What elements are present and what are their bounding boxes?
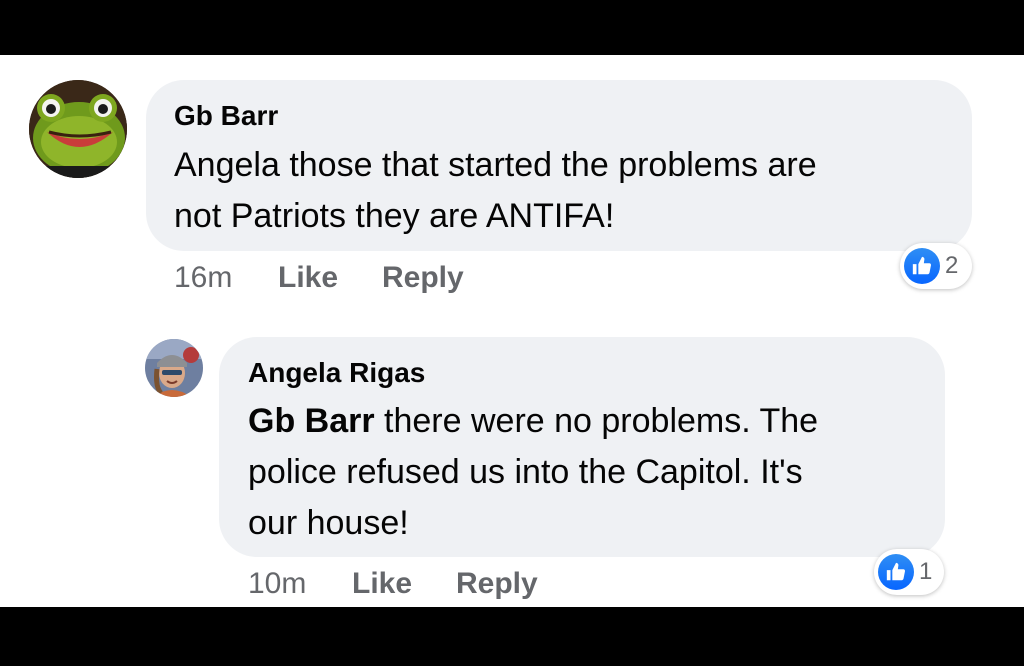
like-button[interactable]: Like: [278, 261, 338, 295]
frog-avatar[interactable]: [29, 80, 127, 178]
mention-link[interactable]: Gb Barr: [248, 402, 375, 440]
reply-line-text: there were no problems. The: [374, 402, 819, 440]
comment-text: Angela those that started the problems a…: [174, 140, 817, 242]
comment-actions: 16m Like Reply: [174, 261, 574, 301]
reaction-summary[interactable]: 2: [900, 243, 972, 289]
comment-line: Angela those that started the problems a…: [174, 146, 817, 184]
reply-bubble: Angela Rigas Gb Barr there were no probl…: [219, 337, 945, 557]
reply-text: Gb Barr there were no problems. The poli…: [248, 396, 818, 549]
thumbs-up-icon: [878, 554, 914, 590]
comment-thread: Gb Barr Angela those that started the pr…: [0, 55, 1024, 607]
reply-line: Gb Barr there were no problems. The: [248, 396, 818, 447]
reply-author[interactable]: Angela Rigas: [248, 357, 425, 389]
reply-line: our house!: [248, 504, 409, 542]
comment-line: not Patriots they are ANTIFA!: [174, 197, 615, 235]
reaction-summary[interactable]: 1: [874, 549, 944, 595]
comment-timestamp[interactable]: 16m: [174, 261, 232, 295]
reaction-count: 2: [945, 252, 959, 279]
reply-button[interactable]: Reply: [456, 567, 538, 601]
comment-author[interactable]: Gb Barr: [174, 100, 278, 132]
comment-bubble: Gb Barr Angela those that started the pr…: [146, 80, 972, 251]
reply-button[interactable]: Reply: [382, 261, 464, 295]
frog-avatar-image: [29, 80, 127, 178]
person-avatar-image: [145, 339, 203, 397]
person-avatar[interactable]: [145, 339, 203, 397]
reply-timestamp[interactable]: 10m: [248, 567, 306, 601]
reply-line: police refused us into the Capitol. It's: [248, 453, 803, 491]
thumbs-up-icon: [904, 248, 940, 284]
reaction-count: 1: [919, 558, 933, 585]
like-button[interactable]: Like: [352, 567, 412, 601]
reply-actions: 10m Like Reply: [248, 567, 648, 607]
